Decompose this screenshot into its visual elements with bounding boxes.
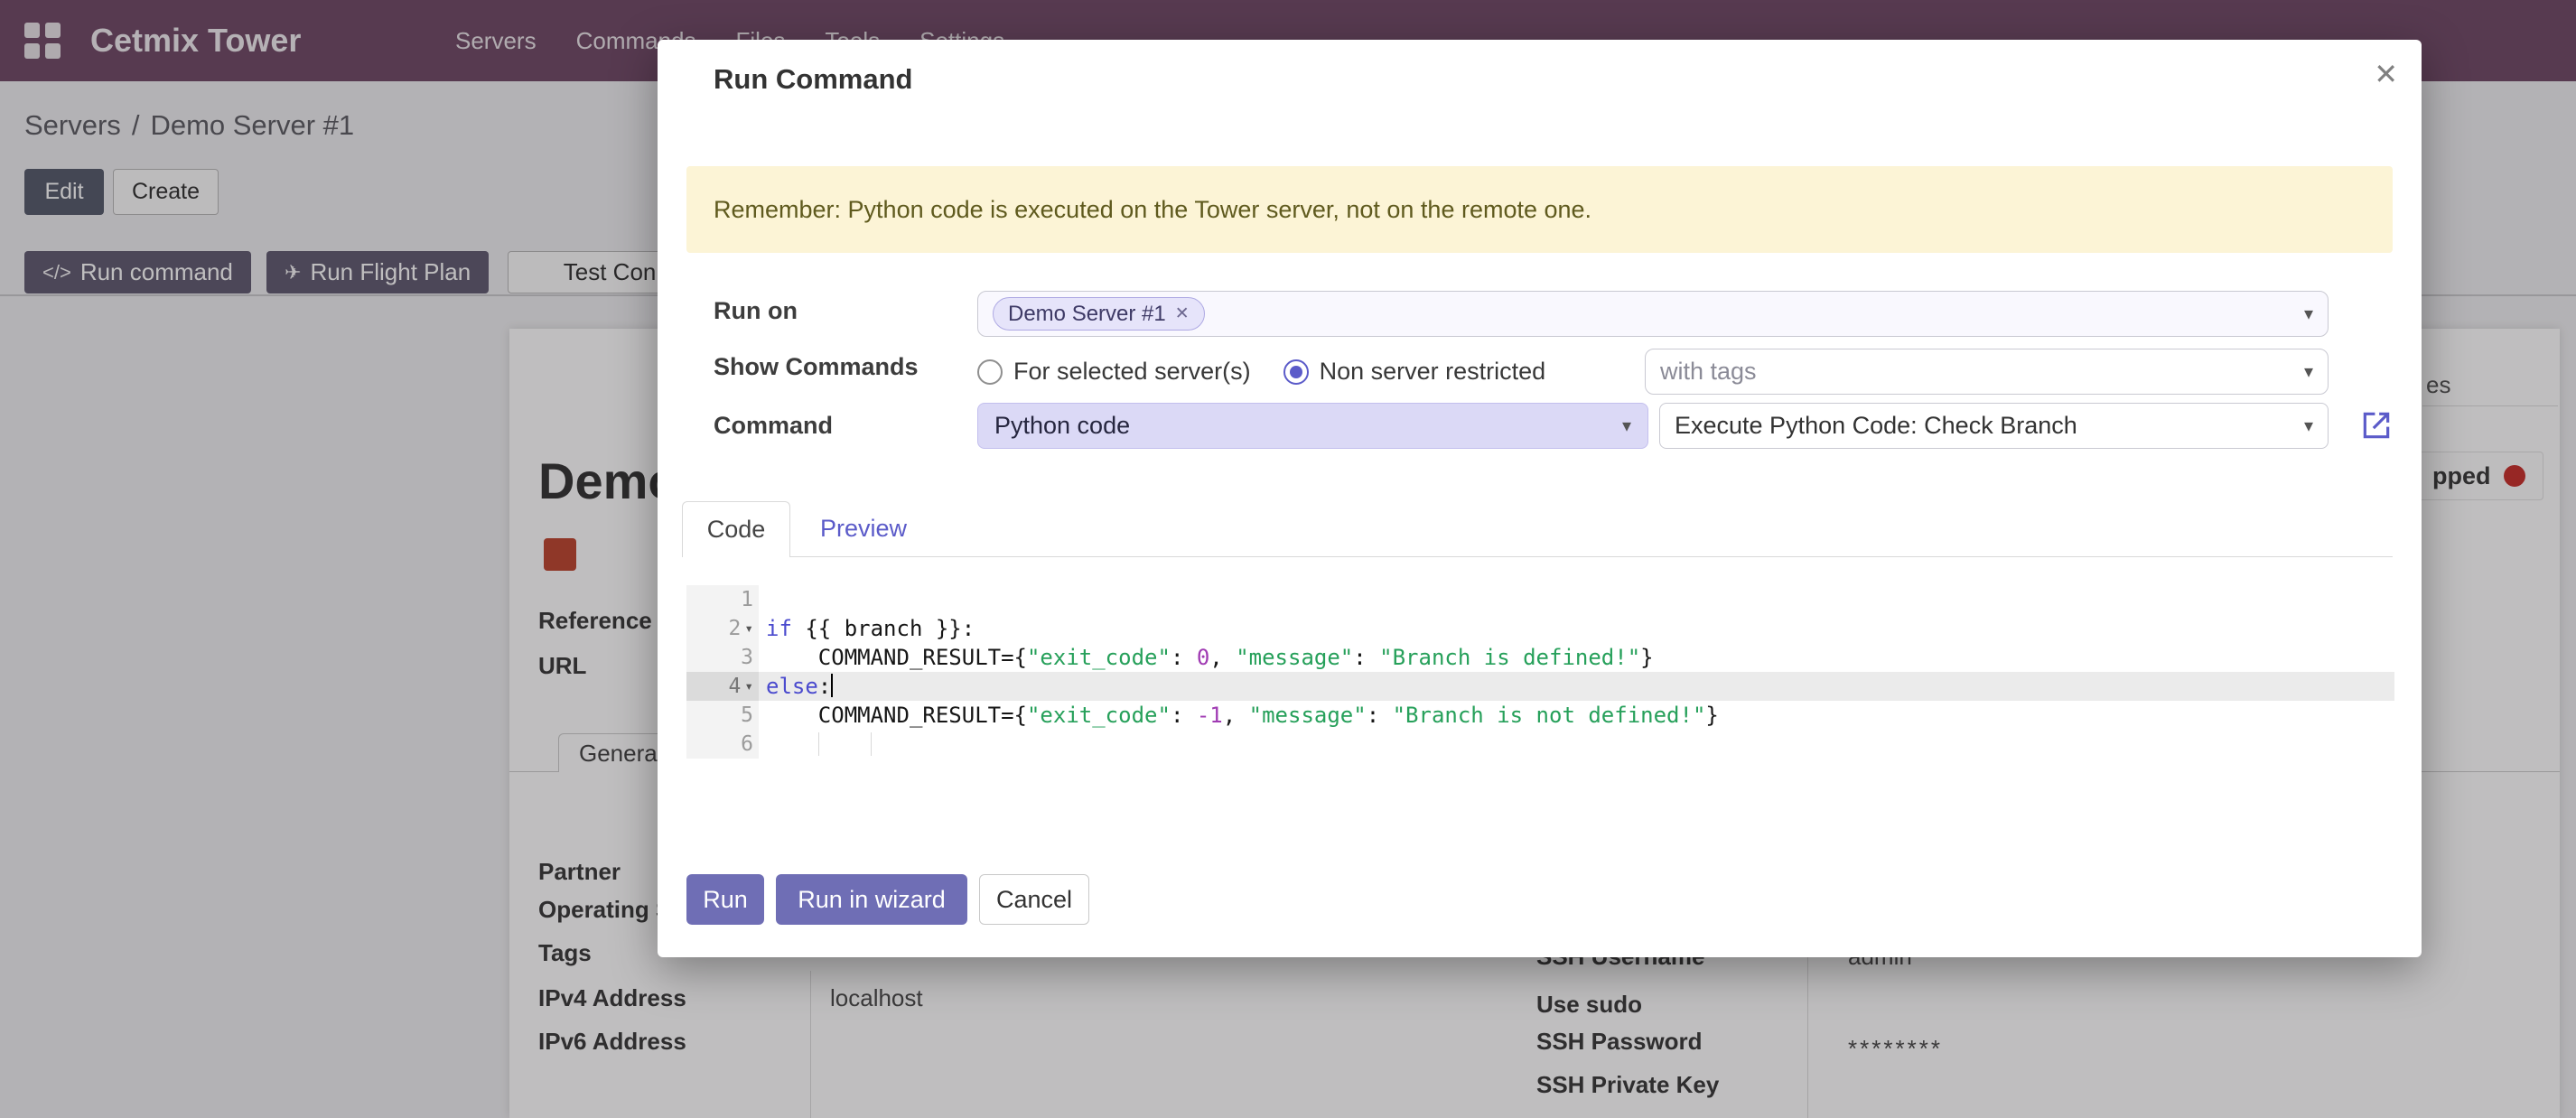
command-reference-select[interactable]: Execute Python Code: Check Branch ▾ <box>1659 403 2329 449</box>
tab-preview[interactable]: Preview <box>805 501 922 556</box>
code-token: } <box>1640 645 1653 670</box>
tab-code[interactable]: Code <box>682 501 790 557</box>
cancel-button[interactable]: Cancel <box>979 874 1089 925</box>
editor-gutter-cell[interactable]: 2▾ <box>686 614 759 643</box>
editor-gutter-cell[interactable]: 6 <box>686 730 759 759</box>
code-editor[interactable]: 12▾if {{ branch }}:3 COMMAND_RESULT={"ex… <box>686 585 2394 759</box>
code-token: "Branch is not defined!" <box>1393 703 1706 728</box>
code-token: "Branch is defined!" <box>1379 645 1640 670</box>
editor-code-line[interactable]: if {{ branch }}: <box>766 614 2394 643</box>
chevron-down-icon[interactable]: ▾ <box>1622 415 1631 437</box>
screen: Cetmix Tower ServersCommandsFilesToolsSe… <box>0 0 2576 1118</box>
editor-line-1[interactable]: 1 <box>686 585 2394 614</box>
chevron-down-icon[interactable]: ▾ <box>2304 360 2313 383</box>
code-token: "exit_code" <box>1027 703 1171 728</box>
with-tags-select[interactable]: with tags ▾ <box>1645 349 2329 395</box>
editor-gutter-cell[interactable]: 1 <box>686 585 759 614</box>
editor-line-4[interactable]: 4▾else: <box>686 672 2394 701</box>
code-token: COMMAND_RESULT={ <box>766 703 1027 728</box>
chevron-down-icon[interactable]: ▾ <box>2304 415 2313 437</box>
command-reference-value: Execute Python Code: Check Branch <box>1675 412 2077 440</box>
code-token: "message" <box>1249 703 1367 728</box>
code-token: COMMAND_RESULT={ <box>766 645 1027 670</box>
editor-code-line[interactable] <box>766 730 2394 759</box>
with-tags-placeholder: with tags <box>1660 358 1757 386</box>
editor-code-line[interactable]: COMMAND_RESULT={"exit_code": -1, "messag… <box>766 701 2394 730</box>
code-token: : <box>818 674 831 699</box>
show-commands-options: For selected server(s) Non server restric… <box>977 358 1545 386</box>
tabs-divider <box>682 556 2393 557</box>
code-token: else <box>766 674 818 699</box>
chevron-down-icon[interactable]: ▾ <box>2304 303 2313 325</box>
label-run-on: Run on <box>714 297 798 325</box>
radio-selected-icon[interactable] <box>1283 359 1309 385</box>
radio-option-2[interactable]: Non server restricted <box>1283 358 1546 386</box>
code-token: , <box>1209 645 1236 670</box>
code-token: : <box>1171 703 1197 728</box>
fold-arrow-icon[interactable]: ▾ <box>744 672 753 701</box>
editor-line-5[interactable]: 5 COMMAND_RESULT={"exit_code": -1, "mess… <box>686 701 2394 730</box>
editor-code-line[interactable]: COMMAND_RESULT={"exit_code": 0, "message… <box>766 643 2394 672</box>
radio-unselected-icon[interactable] <box>977 359 1003 385</box>
code-token: : <box>1367 703 1393 728</box>
code-token: -1 <box>1197 703 1223 728</box>
remove-tag-icon[interactable]: ✕ <box>1175 303 1190 324</box>
line-number: 1 <box>741 585 753 614</box>
line-number: 3 <box>741 643 753 672</box>
code-token: "exit_code" <box>1027 645 1171 670</box>
editor-gutter-cell[interactable]: 5 <box>686 701 759 730</box>
modal-title: Run Command <box>714 63 912 96</box>
text-cursor <box>831 674 833 697</box>
radio-option-1[interactable]: For selected server(s) <box>977 358 1251 386</box>
code-token: if <box>766 616 792 641</box>
label-command: Command <box>714 412 833 440</box>
editor-line-6[interactable]: 6 <box>686 730 2394 759</box>
indent-guide <box>871 732 872 756</box>
line-number: 2 <box>729 614 742 643</box>
line-number: 6 <box>741 730 753 759</box>
run-command-modal: Run Command ✕ Remember: Python code is e… <box>658 40 2422 957</box>
command-type-select[interactable]: Python code ▾ <box>977 403 1648 449</box>
code-token: : <box>1353 645 1379 670</box>
run-in-wizard-button[interactable]: Run in wizard <box>776 874 967 925</box>
code-token: "message" <box>1236 645 1353 670</box>
indent-guide <box>818 732 819 756</box>
code-token: {{ branch }}: <box>792 616 975 641</box>
server-tag-label: Demo Server #1 <box>1008 302 1166 327</box>
editor-code-line[interactable] <box>766 585 2394 614</box>
radio-option-label: For selected server(s) <box>1013 358 1251 386</box>
line-number: 5 <box>741 701 753 730</box>
run-button[interactable]: Run <box>686 874 764 925</box>
command-type-value: Python code <box>994 412 1130 440</box>
label-show-commands: Show Commands <box>714 353 919 381</box>
editor-code-line[interactable]: else: <box>766 672 2394 701</box>
code-token: 0 <box>1197 645 1209 670</box>
close-icon[interactable]: ✕ <box>2374 60 2398 89</box>
server-tag[interactable]: Demo Server #1 ✕ <box>993 297 1205 331</box>
editor-line-2[interactable]: 2▾if {{ branch }}: <box>686 614 2394 643</box>
code-token: : <box>1171 645 1197 670</box>
run-on-field[interactable]: Demo Server #1 ✕ ▾ <box>977 291 2329 337</box>
radio-option-label: Non server restricted <box>1320 358 1546 386</box>
code-token: } <box>1705 703 1718 728</box>
line-number: 4 <box>729 672 742 701</box>
external-link-icon[interactable] <box>2359 408 2394 443</box>
editor-gutter-cell[interactable]: 3 <box>686 643 759 672</box>
editor-gutter-cell[interactable]: 4▾ <box>686 672 759 701</box>
editor-line-3[interactable]: 3 COMMAND_RESULT={"exit_code": 0, "messa… <box>686 643 2394 672</box>
python-warning-alert: Remember: Python code is executed on the… <box>686 166 2393 253</box>
code-token: , <box>1223 703 1249 728</box>
fold-arrow-icon[interactable]: ▾ <box>744 614 753 643</box>
